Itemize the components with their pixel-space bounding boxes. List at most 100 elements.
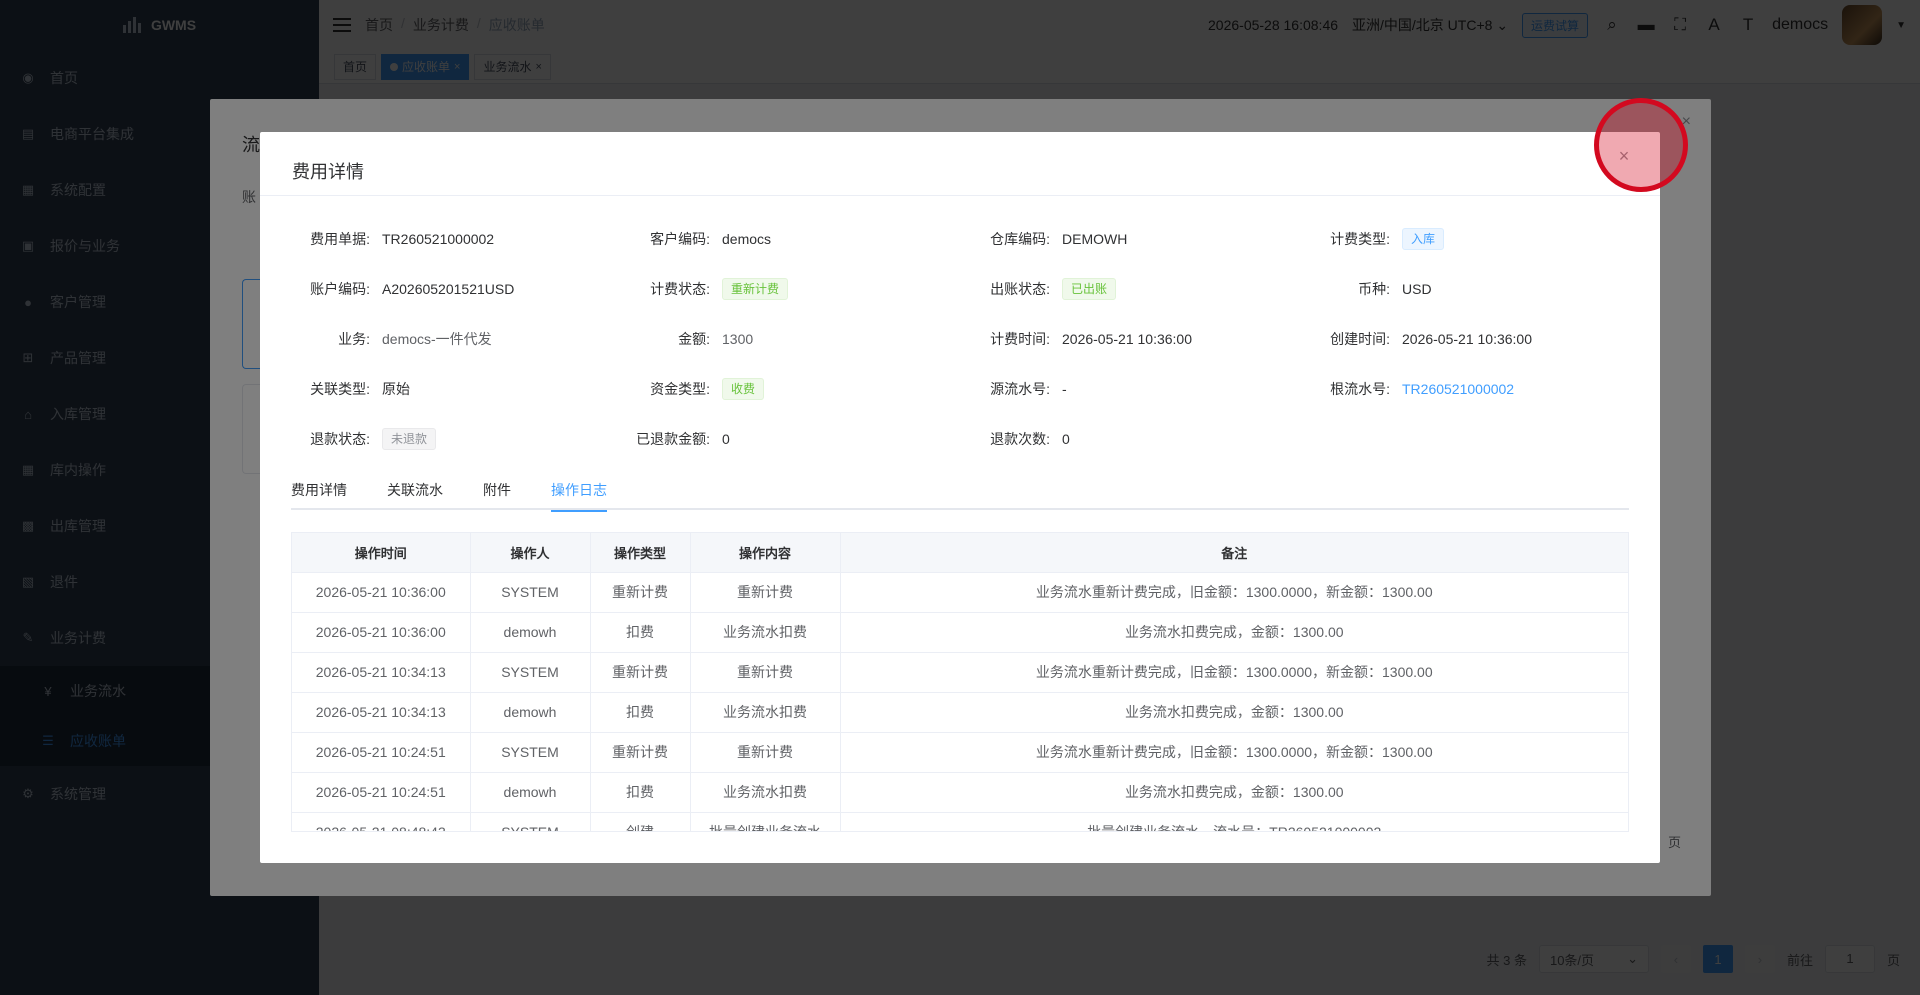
fee-detail-dialog: 费用详情 × 费用单据: TR260521000002 客户编码: democs 仓库编… — [260, 132, 1660, 863]
desc-value: TR260521000002 — [382, 231, 495, 247]
tab-2[interactable]: 附件 — [483, 470, 511, 510]
desc-value: democs — [722, 231, 772, 247]
table-cell: 业务流水重新计费完成，旧金额：1300.0000，新金额：1300.00 — [840, 652, 1628, 693]
table-cell: demowh — [470, 772, 591, 813]
desc-item: 账户编码: A202605201521USD — [280, 264, 620, 314]
desc-item: 费用单据: TR260521000002 — [280, 214, 620, 264]
table-cell: 2026-05-21 10:34:13 — [292, 692, 471, 733]
table-cell: 重新计费 — [590, 572, 691, 613]
desc-item: 金额: 1300 — [620, 314, 960, 364]
column-header: 操作人 — [470, 533, 591, 573]
tab-0[interactable]: 费用详情 — [291, 470, 347, 510]
table-cell: 业务流水扣费完成，金额：1300.00 — [840, 772, 1628, 813]
table-cell: 2026-05-21 10:36:00 — [292, 572, 471, 613]
table-row: 2026-05-21 10:24:51 SYSTEM 重新计费 重新计费 业务流水重新计… — [292, 732, 1628, 773]
table-cell: 重新计费 — [690, 652, 841, 693]
desc-value: DEMOWH — [1062, 231, 1128, 247]
fee-descriptions: 费用单据: TR260521000002 客户编码: democs 仓库编码: DEMOW… — [280, 214, 1640, 464]
table-cell: 业务流水扣费完成，金额：1300.00 — [840, 692, 1628, 733]
desc-item: 计费状态: 重新计费 — [620, 264, 960, 314]
table-cell: 创建 — [590, 812, 691, 831]
desc-value: - — [1062, 381, 1067, 397]
close-icon[interactable]: × — [1600, 132, 1648, 180]
desc-label: 关联类型: — [310, 381, 370, 397]
desc-label: 仓库编码: — [990, 231, 1050, 247]
table-cell: 业务流水重新计费完成，旧金额：1300.0000，新金额：1300.00 — [840, 572, 1628, 613]
desc-label: 源流水号: — [990, 381, 1050, 397]
desc-item: 资金类型: 收费 — [620, 364, 960, 414]
table-row: 2026-05-21 10:34:13 demowh 扣费 业务流水扣费 业务流水扣费完… — [292, 692, 1628, 733]
desc-label: 客户编码: — [650, 231, 710, 247]
desc-label: 计费类型: — [1330, 231, 1390, 247]
desc-label: 资金类型: — [650, 381, 710, 397]
desc-item: 创建时间: 2026-05-21 10:36:00 — [1300, 314, 1640, 364]
status-badge: 已出账 — [1062, 278, 1117, 300]
operation-log-table[interactable]: 操作时间 操作人 操作类型 操作内容 备注 2026-05-21 10:36:00 SYS… — [291, 532, 1629, 832]
table-cell: 2026-05-21 10:24:51 — [292, 732, 471, 773]
table-cell: 扣费 — [590, 612, 691, 653]
desc-value: 原始 — [382, 381, 410, 397]
desc-item: 业务: democs-一件代发 — [280, 314, 620, 364]
table-cell: 2026-05-21 10:36:00 — [292, 612, 471, 653]
table-cell: 扣费 — [590, 692, 691, 733]
table-cell: 2026-05-21 10:34:13 — [292, 652, 471, 693]
table-cell: demowh — [470, 612, 591, 653]
desc-label: 根流水号: — [1330, 381, 1390, 397]
table-cell: SYSTEM — [470, 732, 591, 773]
desc-item: 退款次数: 0 — [960, 414, 1300, 464]
desc-label: 退款次数: — [990, 431, 1050, 447]
desc-item: 退款状态: 未退款 — [280, 414, 620, 464]
table-cell: 重新计费 — [690, 732, 841, 773]
desc-item: 关联类型: 原始 — [280, 364, 620, 414]
column-header: 操作类型 — [590, 533, 691, 573]
desc-label: 创建时间: — [1330, 331, 1390, 347]
dialog-title: 费用详情 — [292, 161, 364, 182]
desc-label: 出账状态: — [990, 281, 1050, 297]
desc-item: 仓库编码: DEMOWH — [960, 214, 1300, 264]
table-cell: 2026-05-21 08:48:43 — [292, 812, 471, 831]
table-cell: 批量创建业务流水，流水号：TR260521000002 — [840, 812, 1628, 831]
desc-value: democs-一件代发 — [382, 331, 492, 347]
desc-value: A202605201521USD — [382, 281, 515, 297]
column-header: 备注 — [840, 533, 1628, 573]
detail-tabs: 费用详情 关联流水 附件 操作日志 — [291, 470, 1629, 512]
table-cell: 业务流水扣费完成，金额：1300.00 — [840, 612, 1628, 653]
desc-value: 1300 — [722, 331, 754, 347]
table-row: 2026-05-21 10:36:00 demowh 扣费 业务流水扣费 业务流水扣费完… — [292, 612, 1628, 653]
desc-label: 计费时间: — [990, 331, 1050, 347]
status-badge: 入库 — [1402, 228, 1445, 250]
table-row: 2026-05-21 10:36:00 SYSTEM 重新计费 重新计费 业务流水重新计… — [292, 572, 1628, 613]
status-badge: 收费 — [722, 378, 765, 400]
table-cell: 2026-05-21 10:24:51 — [292, 772, 471, 813]
table-cell: SYSTEM — [470, 572, 591, 613]
table-cell: 业务流水扣费 — [690, 692, 841, 733]
desc-value: 2026-05-21 10:36:00 — [1062, 331, 1192, 347]
table-cell: 重新计费 — [590, 652, 691, 693]
desc-item: 根流水号: TR260521000002 — [1300, 364, 1640, 414]
table-cell: 重新计费 — [590, 732, 691, 773]
desc-item: 源流水号: - — [960, 364, 1300, 414]
desc-item: 出账状态: 已出账 — [960, 264, 1300, 314]
table-cell: demowh — [470, 692, 591, 733]
desc-item: 计费时间: 2026-05-21 10:36:00 — [960, 314, 1300, 364]
desc-value: 2026-05-21 10:36:00 — [1402, 331, 1532, 347]
desc-value: 0 — [722, 431, 730, 447]
table-header-row: 操作时间 操作人 操作类型 操作内容 备注 — [292, 533, 1628, 573]
table-row: 2026-05-21 08:48:43 SYSTEM 创建 批量创建业务流水 批量创建业… — [292, 812, 1628, 831]
desc-item: 计费类型: 入库 — [1300, 214, 1640, 264]
column-header: 操作时间 — [292, 533, 471, 573]
desc-item: 已退款金额: 0 — [620, 414, 960, 464]
desc-item: 币种: USD — [1300, 264, 1640, 314]
tab-1[interactable]: 关联流水 — [387, 470, 443, 510]
table-cell: 扣费 — [590, 772, 691, 813]
desc-value: USD — [1402, 281, 1432, 297]
desc-label: 费用单据: — [310, 231, 370, 247]
root-flow-link[interactable]: TR260521000002 — [1402, 381, 1514, 397]
tab-3[interactable]: 操作日志 — [551, 470, 607, 512]
table-cell: 批量创建业务流水 — [690, 812, 841, 831]
table-cell: 业务流水重新计费完成，旧金额：1300.0000，新金额：1300.00 — [840, 732, 1628, 773]
table-cell: 业务流水扣费 — [690, 772, 841, 813]
status-badge: 重新计费 — [722, 278, 789, 300]
desc-label: 退款状态: — [310, 431, 370, 447]
table-cell: 重新计费 — [690, 572, 841, 613]
